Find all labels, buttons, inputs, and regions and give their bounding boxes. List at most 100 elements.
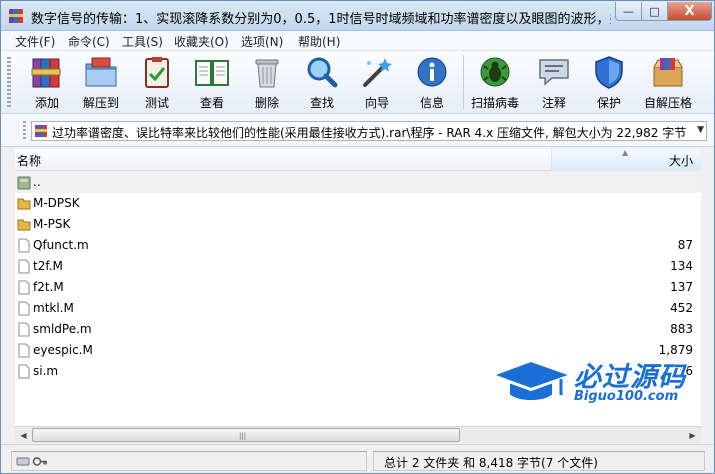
window-title: 数字信号的传输：1、实现滚降系数分别为0，0.5，1时信号时域频域和功率谱密度以… <box>31 12 611 27</box>
list-item-parent[interactable]: .. <box>15 172 701 193</box>
title-bar[interactable]: 数字信号的传输：1、实现滚降系数分别为0，0.5，1时信号时域频域和功率谱密度以… <box>1 1 714 31</box>
maximize-button[interactable]: □ <box>642 2 668 21</box>
file-name: Qfunct.m <box>33 238 89 252</box>
scroll-left-icon[interactable]: ◀ <box>15 427 32 443</box>
extract-to-button[interactable]: 解压到 <box>75 53 127 111</box>
menu-options[interactable]: 选项(N) <box>241 33 283 50</box>
column-size-label: 大小 <box>668 154 693 168</box>
file-size: 883 <box>670 322 693 336</box>
sort-arrow-icon: ▲ <box>622 148 629 157</box>
winrar-window: 数字信号的传输：1、实现滚降系数分别为0，0.5，1时信号时域频域和功率谱密度以… <box>0 0 715 474</box>
delete-button[interactable]: 删除 <box>241 53 293 111</box>
status-bar: 总计 2 文件夹 和 8,418 字节(7 个文件) <box>1 444 714 473</box>
list-item-file[interactable]: mtkl.M 452 <box>15 298 701 319</box>
info-label: 信息 <box>419 96 444 110</box>
document-icon <box>18 364 30 379</box>
document-icon <box>18 322 30 337</box>
toolbar-grip[interactable] <box>7 57 11 109</box>
document-icon <box>18 301 30 316</box>
clipboard-check-icon <box>145 57 169 88</box>
list-item-file[interactable]: f2t.M 137 <box>15 277 701 298</box>
comment-button[interactable]: 注释 <box>528 53 580 111</box>
address-dropdown-icon[interactable]: ▼ <box>697 125 704 135</box>
file-name: M-PSK <box>33 217 71 231</box>
list-item-folder[interactable]: M-PSK <box>15 214 701 235</box>
file-list-header: 名称 ▲ 大小 <box>15 148 701 171</box>
comment-icon <box>539 59 569 86</box>
folder-icon <box>17 219 31 231</box>
address-grip[interactable] <box>23 121 26 141</box>
parent-folder-icon <box>17 176 31 190</box>
watermark-url: Biguo100.com <box>574 389 679 404</box>
file-name: t2f.M <box>33 259 63 273</box>
test-label: 测试 <box>144 96 169 110</box>
test-button[interactable]: 测试 <box>131 53 183 111</box>
drive-key-icon[interactable] <box>16 455 48 468</box>
graduation-cap-icon <box>491 359 573 402</box>
wizard-button[interactable]: 向导 <box>351 53 403 111</box>
file-size: 134 <box>670 259 693 273</box>
document-icon <box>18 238 30 253</box>
address-bar: 过功率谱密度、误比特率来比较他们的性能(采用最佳接收方式).rar\程序 - R… <box>1 114 714 147</box>
menu-commands[interactable]: 命令(C) <box>68 33 110 50</box>
file-size: 137 <box>670 280 693 294</box>
scroll-right-icon[interactable]: ▶ <box>684 427 701 443</box>
protect-label: 保护 <box>596 96 621 110</box>
file-name: .. <box>33 175 41 189</box>
status-left-pane <box>11 451 367 471</box>
protect-button[interactable]: 保护 <box>583 53 635 111</box>
view-label: 查看 <box>199 96 224 110</box>
extract-to-label: 解压到 <box>82 96 119 110</box>
address-field[interactable]: 过功率谱密度、误比特率来比较他们的性能(采用最佳接收方式).rar\程序 - R… <box>31 121 707 141</box>
info-button[interactable]: 信息 <box>406 53 458 111</box>
file-name: eyespic.M <box>33 343 93 357</box>
menu-favorites[interactable]: 收藏夹(O) <box>174 33 229 50</box>
horizontal-scrollbar[interactable]: ◀ ||| ▶ <box>15 426 701 443</box>
archive-icon <box>35 125 47 137</box>
file-name: f2t.M <box>33 280 64 294</box>
document-icon <box>18 280 30 295</box>
menu-file[interactable]: 文件(F) <box>15 33 55 50</box>
file-name: M-DPSK <box>33 196 80 210</box>
view-button[interactable]: 查看 <box>186 53 238 111</box>
menu-help[interactable]: 帮助(H) <box>298 33 340 50</box>
menu-tools[interactable]: 工具(S) <box>122 33 163 50</box>
delete-label: 删除 <box>254 96 279 110</box>
box-icon <box>653 58 683 87</box>
sfx-label: 自解压格 <box>643 96 692 110</box>
file-name: mtkl.M <box>33 301 74 315</box>
trash-icon <box>255 59 279 88</box>
scan-virus-button[interactable]: 扫描病毒 <box>469 53 521 111</box>
wand-icon <box>363 58 392 87</box>
close-button[interactable]: X <box>668 2 712 21</box>
list-item-file[interactable]: smldPe.m 883 <box>15 319 701 340</box>
file-size: 452 <box>670 301 693 315</box>
column-name-label: 名称 <box>17 154 42 168</box>
sfx-button[interactable]: 自解压格 <box>638 53 698 111</box>
add-button[interactable]: 添加 <box>21 53 73 111</box>
menu-bar: 文件(F) 命令(C) 工具(S) 收藏夹(O) 选项(N) 帮助(H) <box>1 31 714 51</box>
find-button[interactable]: 查找 <box>296 53 348 111</box>
shield-icon <box>595 56 623 89</box>
bug-icon <box>480 57 510 87</box>
list-item-folder[interactable]: M-DPSK <box>15 193 701 214</box>
folder-icon <box>17 198 31 210</box>
status-summary: 总计 2 文件夹 和 8,418 字节(7 个文件) <box>373 451 705 471</box>
window-controls: — □ X <box>615 2 712 22</box>
scrollbar-thumb[interactable]: ||| <box>32 428 460 442</box>
magnifier-icon <box>307 57 338 88</box>
toolbar-separator <box>463 55 464 109</box>
scan-virus-label: 扫描病毒 <box>470 96 519 110</box>
add-label: 添加 <box>34 96 59 110</box>
winrar-app-icon <box>9 9 23 23</box>
comment-label: 注释 <box>541 96 566 110</box>
list-item-file[interactable]: Qfunct.m 87 <box>15 235 701 256</box>
file-size: 87 <box>677 238 693 252</box>
column-header-size[interactable]: ▲ 大小 <box>552 148 701 171</box>
document-icon <box>18 343 30 358</box>
list-item-file[interactable]: t2f.M 134 <box>15 256 701 277</box>
document-icon <box>18 259 30 274</box>
info-icon <box>417 57 447 87</box>
column-header-name[interactable]: 名称 <box>15 149 552 171</box>
minimize-button[interactable]: — <box>615 2 642 21</box>
